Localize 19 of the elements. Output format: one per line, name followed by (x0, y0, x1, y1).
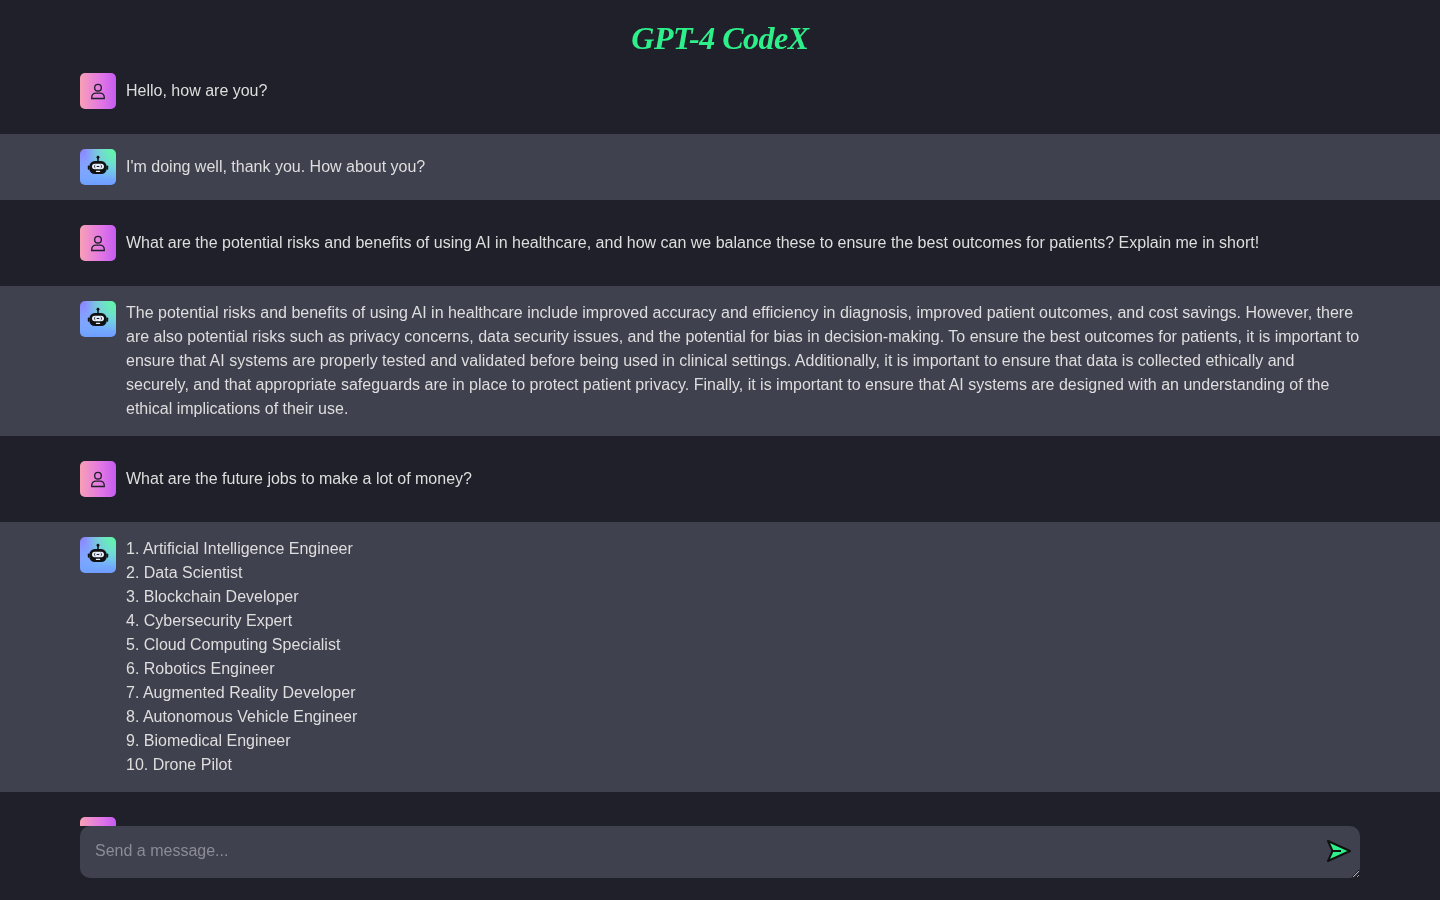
list-item: 4. Cybersecurity Expert (126, 611, 294, 631)
list-item: 3. Blockchain Developer (126, 587, 300, 607)
message-text: Hello, how are you? (126, 81, 268, 101)
message-text: I'm doing well, thank you. How about you? (126, 157, 426, 177)
list-item: 9. Biomedical Engineer (126, 731, 292, 751)
list-item: 10. Drone Pilot (126, 755, 233, 775)
list-item: 2. Data Scientist (126, 563, 244, 583)
message-text: What are the future jobs to make a lot of money? (126, 469, 472, 489)
list-item: 7. Augmented Reality Developer (126, 683, 357, 703)
list-item: 5. Cloud Computing Specialist (126, 635, 342, 655)
message-input[interactable]: Send a message... (80, 826, 1360, 878)
app-title: GPT-4 CodeX (631, 20, 809, 58)
list-item: 1. Artificial Intelligence Engineer (126, 539, 354, 559)
list-item: 6. Robotics Engineer (126, 659, 276, 679)
send-button[interactable] (1326, 838, 1352, 864)
message-text: What are the potential risks and benefits of using AI in healthcare, and how can we balance these to ensure the best outcomes for patients? Explain me in short! (126, 233, 1260, 253)
message-text: The potential risks and benefits of using AI in healthcare include improved accuracy and efficiency in diagnosis, improved patient outcomes, and cost savings. However, there are also potential risks such as privacy concerns, data security issues, and the potential for bias in decision-making. To ensure the best outcomes for patients, it is important to ensure that AI systems are properly tested and validated before being used in clinical settings. Additionally, it is important to ensure that data is collected ethically and securely, and that appropriate safeguards are in place to protect patient privacy. Finally, it is important to ensure that AI systems are designed with an understanding of the ethical implications of their use. (126, 303, 1360, 419)
list-item: 8. Autonomous Vehicle Engineer (126, 707, 358, 727)
send-icon (1326, 839, 1352, 863)
